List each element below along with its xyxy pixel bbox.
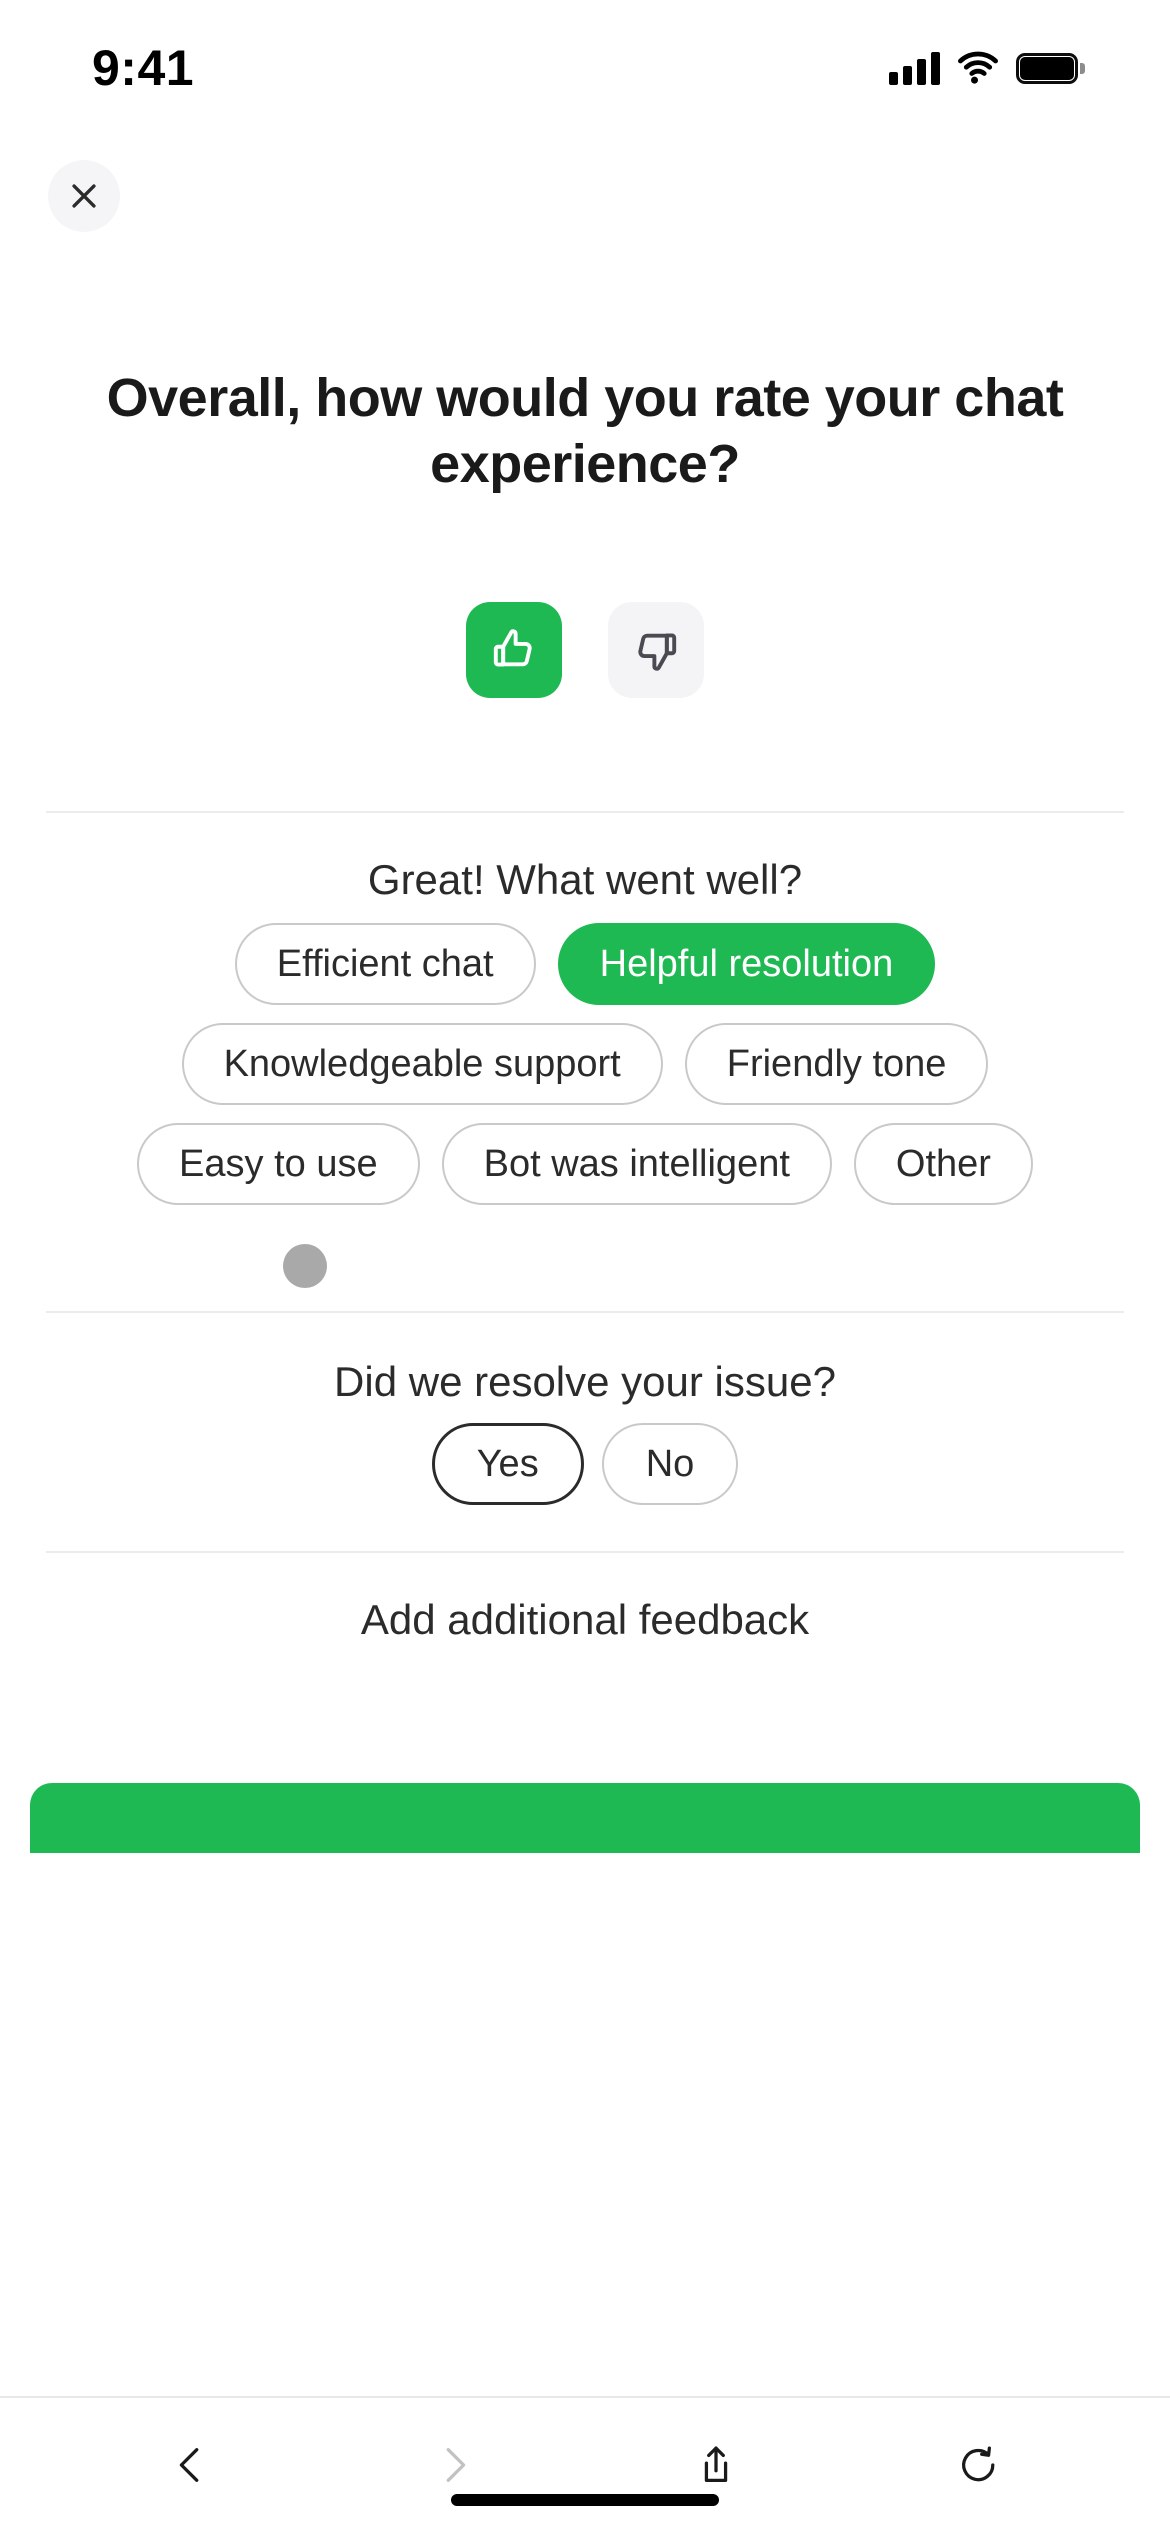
thumbs-down-button[interactable]: [608, 602, 704, 698]
chip-efficient-chat[interactable]: Efficient chat: [234, 923, 536, 1005]
chip-helpful-resolution[interactable]: Helpful resolution: [557, 923, 936, 1005]
rating-buttons: [0, 602, 1170, 698]
reload-button[interactable]: [924, 2410, 1034, 2520]
divider-2: [46, 1311, 1124, 1313]
chip-other[interactable]: Other: [853, 1123, 1033, 1205]
chip-easy-to-use[interactable]: Easy to use: [137, 1123, 420, 1205]
phone-screen: 9:41 Overall, how would you rate your ch…: [0, 0, 1170, 2532]
reload-icon: [961, 2446, 995, 2482]
share-icon: [705, 2446, 728, 2482]
browser-toolbar: [0, 2396, 1170, 2532]
positive-chip-group: Efficient chat Helpful resolution Knowle…: [46, 923, 1124, 1205]
page-title: Overall, how would you rate your chat ex…: [106, 368, 1064, 494]
survey-content: Overall, how would you rate your chat ex…: [0, 118, 1170, 2398]
battery-full-icon: [1016, 52, 1085, 84]
status-icons: [889, 51, 1085, 85]
divider-1: [46, 811, 1124, 813]
home-indicator: [451, 2494, 719, 2506]
chip-knowledgeable-support[interactable]: Knowledgeable support: [181, 1023, 663, 1105]
forward-icon: [446, 2448, 465, 2482]
thumbs-down-icon: [638, 633, 677, 671]
resolve-options: Yes No: [0, 1423, 1170, 1505]
resolve-question: Did we resolve your issue?: [334, 1358, 836, 1405]
tap-cursor-indicator: [283, 1244, 327, 1288]
thumbs-up-button[interactable]: [466, 602, 562, 698]
resolve-option-yes[interactable]: Yes: [431, 1423, 584, 1505]
thumbs-up-icon: [493, 629, 532, 667]
chip-friendly-tone[interactable]: Friendly tone: [684, 1023, 989, 1105]
resolve-option-no[interactable]: No: [601, 1423, 739, 1505]
cellular-signal-icon: [889, 51, 940, 85]
wifi-icon: [958, 51, 998, 84]
bottom-zone: [0, 2334, 1170, 2532]
status-time: 9:41: [92, 40, 195, 96]
status-bar: 9:41: [0, 0, 1170, 118]
chip-bot-was-intelligent[interactable]: Bot was intelligent: [441, 1123, 832, 1205]
submit-button-partial[interactable]: [30, 1783, 1140, 1853]
back-button[interactable]: [136, 2410, 246, 2520]
feedback-question: Add additional feedback: [360, 1596, 810, 1643]
divider-3: [46, 1551, 1124, 1553]
back-icon: [180, 2448, 199, 2482]
positive-question: Great! What went well?: [367, 856, 803, 903]
